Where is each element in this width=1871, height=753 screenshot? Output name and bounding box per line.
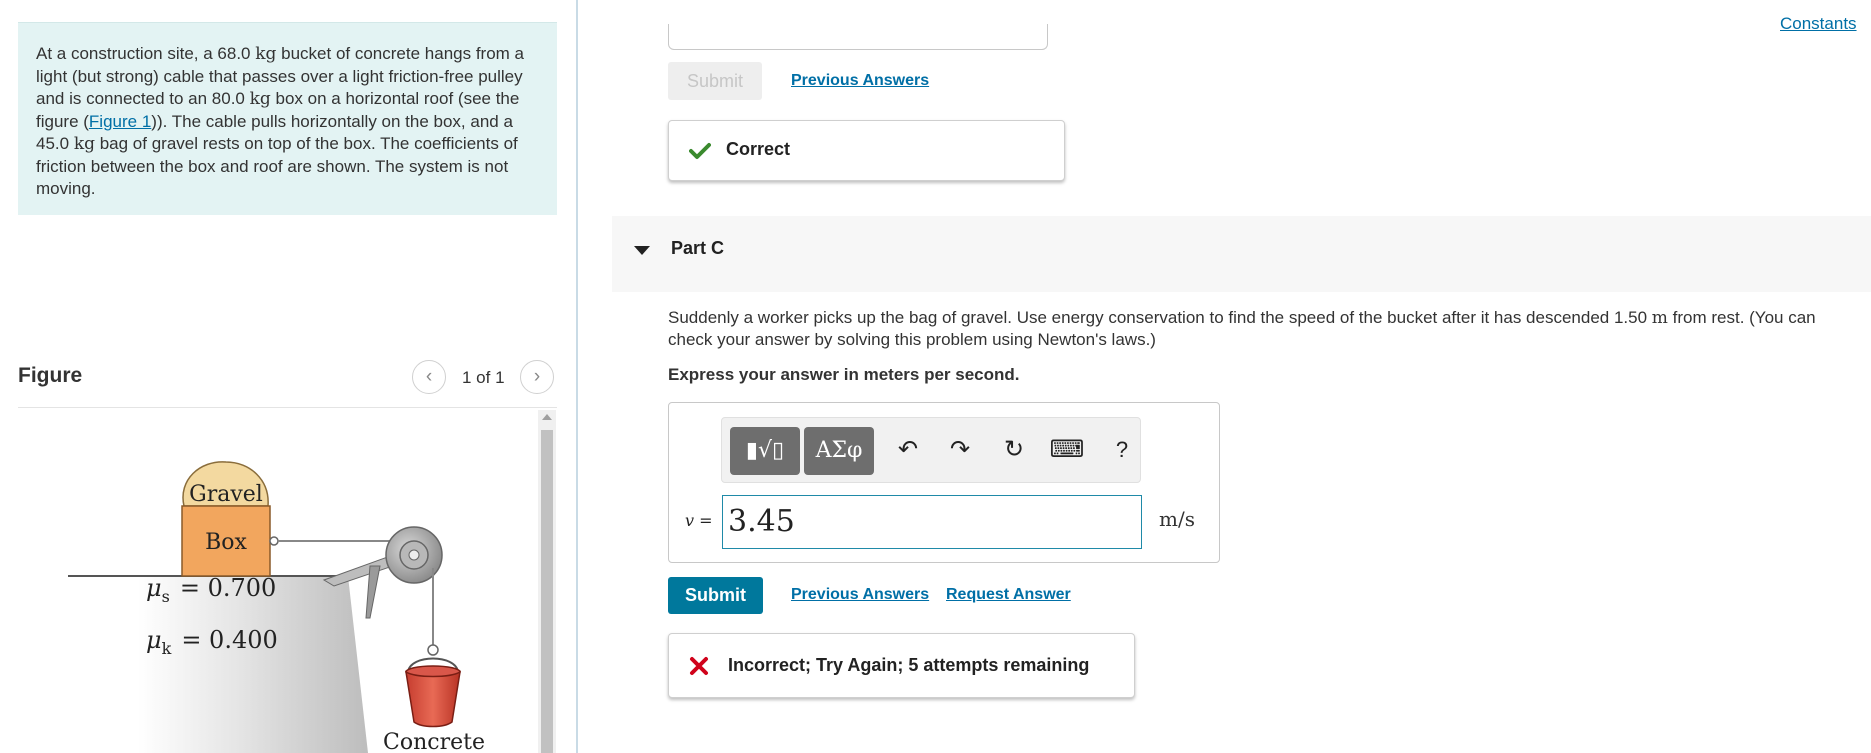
help-button[interactable]: ? <box>1102 430 1142 470</box>
unit-label: m/s <box>1159 507 1195 531</box>
unit-m: m <box>1651 308 1668 328</box>
chevron-right-icon: › <box>533 366 541 387</box>
figure-title: Figure <box>18 364 83 387</box>
answer-instruction: Express your answer in meters per second… <box>668 365 1020 384</box>
figure-diagram: Gravel Box Concrete μs = 0.700 μk = 0.40… <box>68 461 485 753</box>
next-figure-button[interactable]: › <box>520 360 554 394</box>
templates-button[interactable]: ▮√▯ <box>730 427 800 475</box>
problem-text-5: bag of gravel rests on top of the box. T… <box>36 134 518 198</box>
symbols-button[interactable]: ΑΣφ <box>804 427 874 475</box>
previous-part-submit-button[interactable]: Submit <box>668 62 762 100</box>
figure-counter: 1 of 1 <box>462 368 505 387</box>
request-answer-link[interactable]: Request Answer <box>946 586 1071 604</box>
problem-pane: At a construction site, a 68.0 kg bucket… <box>0 0 576 753</box>
scroll-up-arrow-icon[interactable] <box>542 414 552 420</box>
greek-symbols-icon: ΑΣφ <box>815 438 863 463</box>
unit-kg: kg <box>255 44 277 64</box>
problem-statement: At a construction site, a 68.0 kg bucket… <box>18 22 557 215</box>
problem-text-1: At a construction site, a 68.0 <box>36 44 256 63</box>
previous-answers-link[interactable]: Previous Answers <box>791 586 929 604</box>
keyboard-icon: ⌨ <box>1049 436 1085 463</box>
question-text-1: Suddenly a worker picks up the bag of gr… <box>668 308 1652 327</box>
redo-icon: ↷ <box>949 436 971 463</box>
roof-wall-shade <box>138 576 368 753</box>
reset-button[interactable]: ↻ <box>994 430 1034 470</box>
cable-hook <box>269 536 279 546</box>
unit-kg: kg <box>249 89 271 109</box>
figure-scrollbar[interactable] <box>538 410 556 753</box>
equals-sign: = <box>694 511 713 530</box>
caret-down-icon[interactable] <box>634 246 650 255</box>
bucket-hook <box>427 644 439 656</box>
variable-symbol: v <box>685 511 695 530</box>
undo-icon: ↶ <box>897 436 919 463</box>
answer-panel: ▮√▯ ΑΣφ ↶ ↷ ↻ ⌨ ? v = 3.45 m/s <box>668 402 1220 563</box>
unit-kg: kg <box>73 134 95 154</box>
previous-part-previous-answers-link[interactable]: Previous Answers <box>791 72 929 90</box>
part-c-question: Suddenly a worker picks up the bag of gr… <box>668 307 1853 351</box>
previous-figure-button[interactable]: ‹ <box>412 360 446 394</box>
figure-header: Figure ‹ 1 of 1 › <box>18 360 557 408</box>
help-icon: ? <box>1115 437 1129 462</box>
bucket-body <box>405 670 461 728</box>
pane-divider[interactable] <box>576 0 578 753</box>
part-c-title: Part C <box>671 238 725 258</box>
answer-input[interactable]: 3.45 <box>722 495 1142 549</box>
submit-button[interactable]: Submit <box>668 577 763 614</box>
chevron-left-icon: ‹ <box>425 366 433 387</box>
redo-button[interactable]: ↷ <box>940 430 980 470</box>
part-c-header[interactable]: Part C <box>612 216 1871 292</box>
gravel-label: Gravel <box>189 482 263 507</box>
templates-icon: ▮√▯ <box>745 438 785 463</box>
correct-feedback-text: Correct <box>726 139 791 159</box>
figure-viewport: Gravel Box Concrete μs = 0.700 μk = 0.40… <box>18 410 557 753</box>
reset-icon: ↻ <box>1003 436 1025 463</box>
checkmark-icon <box>689 143 711 159</box>
scrollbar-thumb[interactable] <box>541 430 553 753</box>
incorrect-feedback-text: Incorrect; Try Again; 5 attempts remaini… <box>728 655 1090 675</box>
close-x-icon <box>690 657 708 675</box>
incorrect-feedback: Incorrect; Try Again; 5 attempts remaini… <box>668 633 1135 698</box>
undo-button[interactable]: ↶ <box>888 430 928 470</box>
box-label: Box <box>205 530 247 555</box>
concrete-label: Concrete <box>383 730 485 753</box>
pulley-axle <box>408 549 420 561</box>
correct-feedback: Correct <box>668 120 1065 181</box>
keyboard-button[interactable]: ⌨ <box>1047 430 1087 470</box>
previous-answer-box <box>668 24 1048 50</box>
figure-link[interactable]: Figure 1 <box>89 112 151 131</box>
math-toolbar: ▮√▯ ΑΣφ ↶ ↷ ↻ ⌨ ? <box>721 417 1141 483</box>
variable-label: v = <box>685 511 713 530</box>
constants-link[interactable]: Constants <box>1780 14 1857 34</box>
